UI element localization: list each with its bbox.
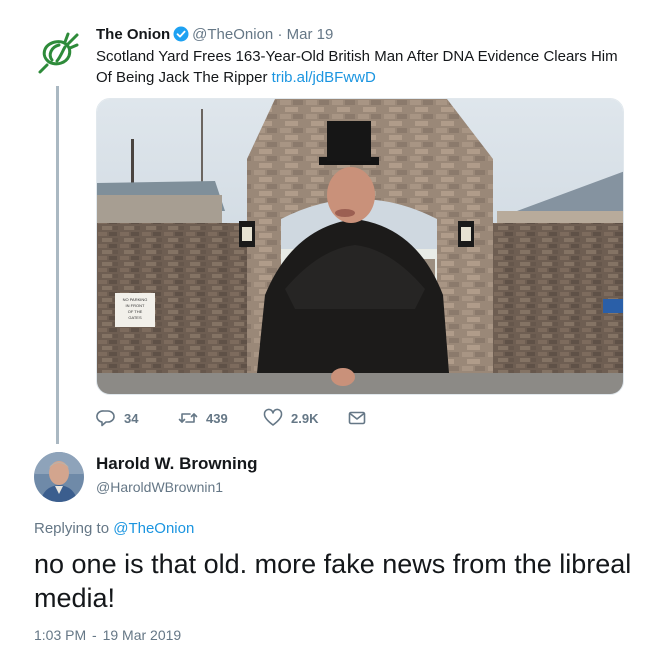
reply-time: 1:03 PM	[34, 627, 87, 643]
retweet-count: 439	[206, 410, 228, 426]
avatar[interactable]	[34, 452, 84, 502]
original-tweet-header: The Onion @TheOnion · Mar 19	[96, 26, 333, 44]
envelope-icon	[348, 411, 366, 425]
tweet-link[interactable]: trib.al/jdBFwwD	[272, 69, 376, 86]
original-tweet-text: Scotland Yard Frees 163-Year-Old British…	[96, 46, 626, 88]
reply-author-handle[interactable]: @HaroldWBrownin1	[96, 479, 223, 495]
replying-to-mention[interactable]: @TheOnion	[113, 520, 194, 537]
reply-date: 19 Mar 2019	[102, 627, 182, 643]
tweet-media-image[interactable]: NO PARKING IN FRONT OF THE GATES	[96, 98, 624, 395]
like-count: 2.9K	[291, 410, 319, 426]
replying-prefix: Replying to	[34, 520, 110, 537]
thread-connector-line	[56, 86, 59, 444]
replying-to-line: Replying to @TheOnion	[34, 520, 194, 537]
retweet-icon	[178, 413, 198, 423]
retweet-button[interactable]: 439	[178, 408, 263, 428]
author-name[interactable]: The Onion	[96, 26, 170, 43]
sign-line-2: IN FRONT	[126, 303, 145, 308]
tweet-action-bar: 34 439 2.9K	[96, 408, 375, 428]
direct-message-button[interactable]	[347, 408, 375, 428]
author-handle[interactable]: @TheOnion	[192, 26, 273, 43]
heart-icon	[263, 408, 283, 426]
sign-line-3: OF THE	[128, 309, 143, 314]
reply-icon	[96, 410, 115, 427]
sign-line-1: NO PARKING	[123, 297, 148, 302]
like-button[interactable]: 2.9K	[263, 408, 347, 428]
reply-tweet-text: no one is that old. more fake news from …	[34, 549, 632, 613]
reply-button[interactable]: 34	[96, 408, 178, 428]
onion-logo-icon[interactable]	[35, 30, 81, 76]
reply-timestamp[interactable]: 1:03 PM - 19 Mar 2019	[34, 627, 181, 643]
timestamp-separator: -	[92, 627, 97, 643]
header-separator: ·	[277, 26, 283, 43]
sign-line-4: GATES	[128, 315, 142, 320]
verified-badge-icon	[173, 26, 189, 42]
reply-count: 34	[124, 410, 139, 426]
tweet-date[interactable]: Mar 19	[287, 26, 334, 43]
reply-author-name[interactable]: Harold W. Browning	[96, 454, 258, 474]
